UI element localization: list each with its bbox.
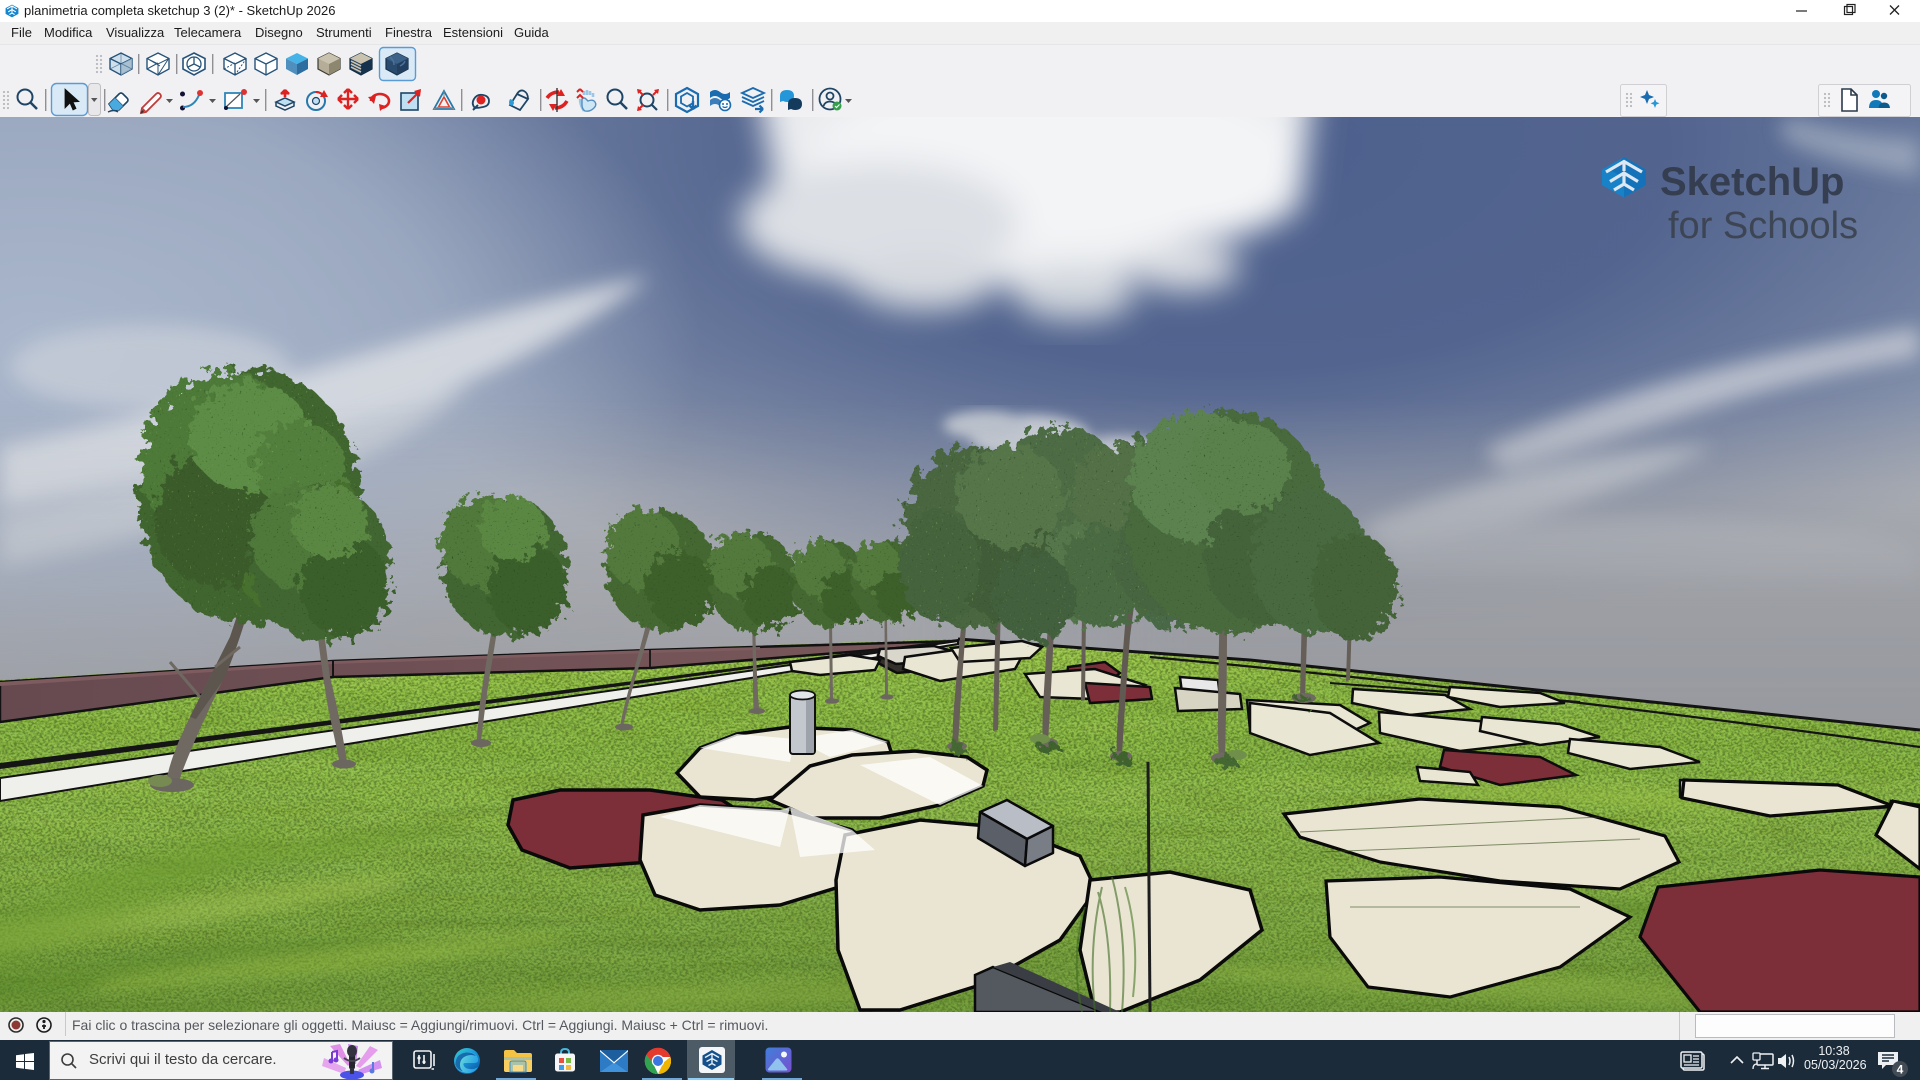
svg-text:4: 4	[1897, 1063, 1904, 1077]
svg-text:for Schools: for Schools	[1668, 205, 1858, 247]
svg-text:SketchUp: SketchUp	[1660, 160, 1845, 204]
